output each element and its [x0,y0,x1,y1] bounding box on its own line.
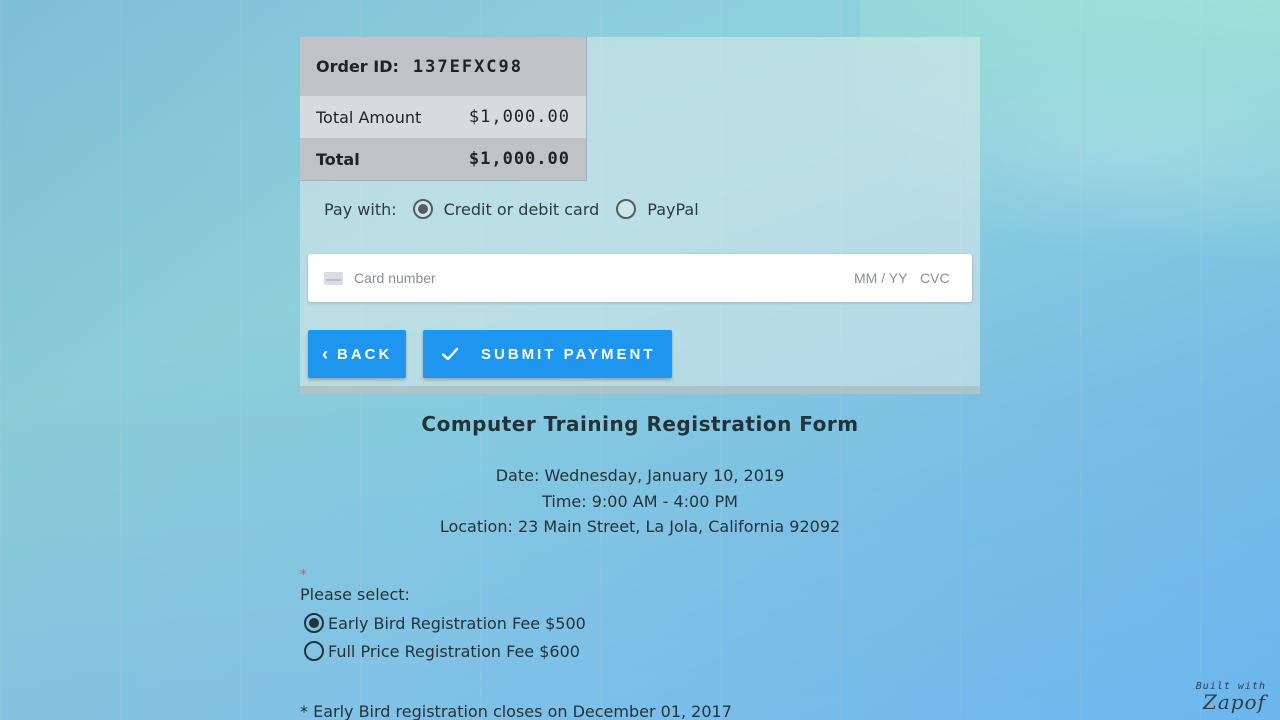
paypal-radio[interactable] [616,199,637,219]
chevron-left-icon: ‹ [322,343,331,364]
submit-button-label: SUBMIT PAYMENT [481,345,656,363]
card-number-input[interactable] [352,269,852,287]
check-icon [441,347,459,361]
card-expiry-input[interactable] [852,269,918,287]
order-id-label: Order ID: [316,57,399,76]
event-info: Date: Wednesday, January 10, 2019 Time: … [0,463,1280,540]
full-price-radio[interactable] [304,641,324,661]
radio-dot [417,204,428,214]
event-location: Location: 23 Main Street, La Jola, Calif… [439,517,841,536]
form-title: Computer Training Registration Form [421,412,859,436]
order-summary: Order ID: 137EFXC98 Total Amount $1,000.… [300,37,587,181]
pay-with-group: Pay with: Credit or debit card PayPal [324,197,699,221]
total-value: $1,000.00 [468,149,570,169]
card-input-box [308,254,972,302]
built-with-badge[interactable]: Built with Zapof [1196,681,1266,712]
fee-option-early-bird-label: Early Bird Registration Fee $500 [328,613,586,633]
total-label: Total [316,149,360,169]
early-bird-note: * Early Bird registration closes on Dece… [300,702,732,720]
event-time: Time: 9:00 AM - 4:00 PM [542,491,738,511]
total-amount-value: $1,000.00 [468,107,570,127]
zapof-logo: Zapof [1202,690,1266,714]
pay-option-paypal-label: PayPal [647,199,699,219]
fee-option-full-price[interactable]: Full Price Registration Fee $600 [304,641,580,661]
required-indicator: * [300,568,307,583]
fee-option-early-bird[interactable]: Early Bird Registration Fee $500 [304,613,586,633]
total-row: Total $1,000.00 [300,138,586,180]
card-radio[interactable] [412,199,433,219]
pay-with-label: Pay with: [324,199,397,219]
back-button-label: BACK [337,345,393,363]
submit-payment-button[interactable]: SUBMIT PAYMENT [423,330,672,378]
payment-panel: Order ID: 137EFXC98 Total Amount $1,000.… [300,37,980,394]
back-button[interactable]: ‹ BACK [308,330,406,378]
pay-option-card-label: Credit or debit card [443,199,600,219]
order-id-value: 137EFXC98 [412,56,524,77]
panel-divider [300,386,980,394]
event-date: Date: Wednesday, January 10, 2019 [495,466,785,485]
fee-option-full-price-label: Full Price Registration Fee $600 [328,641,580,661]
total-amount-row: Total Amount $1,000.00 [300,96,586,138]
card-cvc-input[interactable] [918,269,956,287]
radio-dot [309,618,319,628]
credit-card-icon [324,271,343,285]
early-bird-radio[interactable] [304,613,324,633]
order-id-row: Order ID: 137EFXC98 [300,37,586,96]
select-label: Please select: [300,585,410,604]
pay-option-card[interactable]: Credit or debit card [412,199,600,219]
total-amount-label: Total Amount [316,107,422,127]
pay-option-paypal[interactable]: PayPal [616,199,699,219]
